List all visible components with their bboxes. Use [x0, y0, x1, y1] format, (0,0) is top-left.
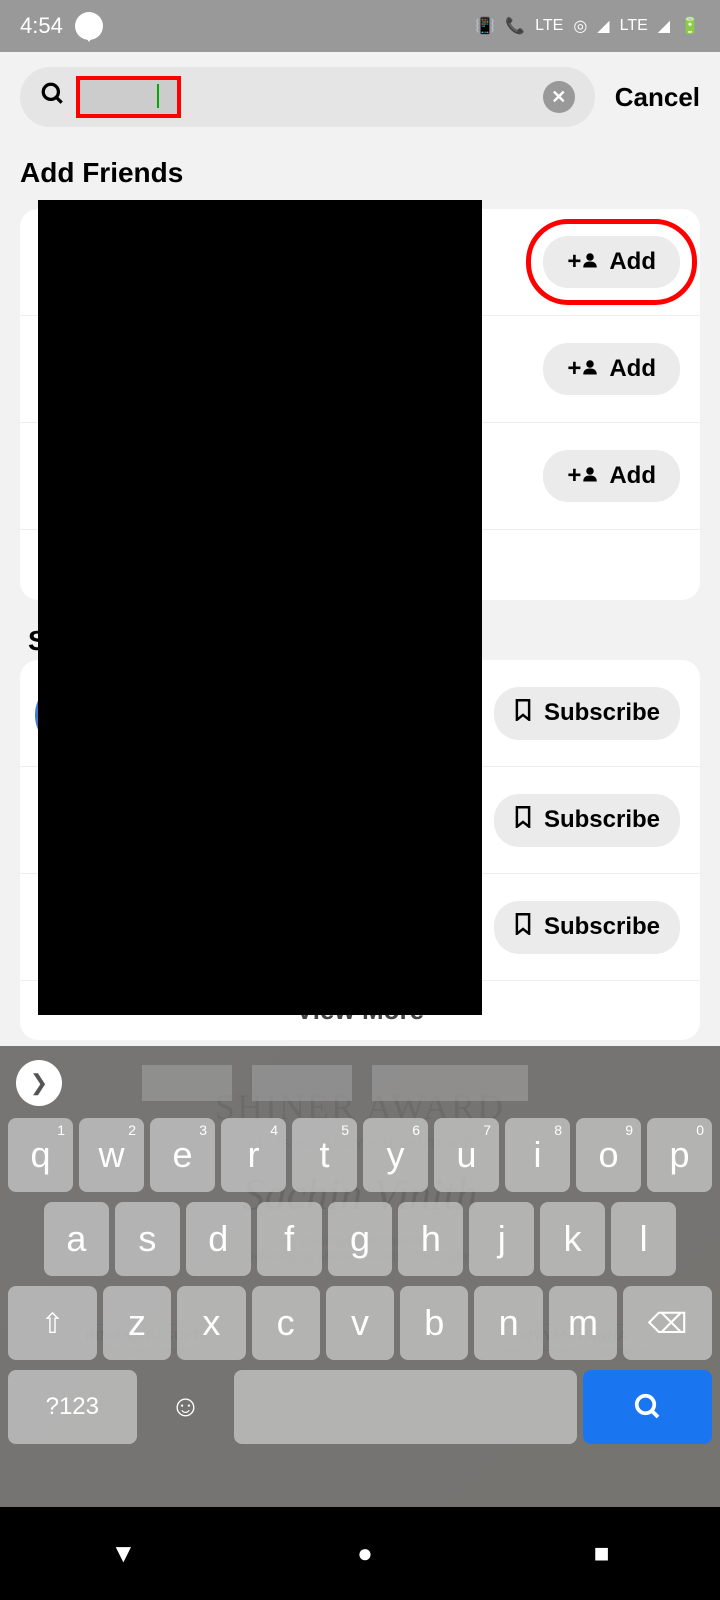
add-label: Add	[609, 462, 656, 490]
key-n[interactable]: n	[474, 1286, 542, 1360]
status-icons: 📳 📞 LTE ◎ ◢ LTE ◢ 🔋	[475, 16, 700, 36]
key-s[interactable]: s	[115, 1202, 180, 1276]
vibrate-icon: 📳	[475, 16, 495, 36]
add-person-icon: +	[567, 248, 599, 276]
subscribe-label: Subscribe	[544, 806, 660, 834]
kb-suggestion[interactable]	[372, 1065, 528, 1101]
key-j[interactable]: j	[469, 1202, 534, 1276]
key-a[interactable]: a	[44, 1202, 109, 1276]
kb-expand-icon[interactable]: ❯	[16, 1060, 62, 1106]
kb-suggestions: ❯	[8, 1054, 712, 1118]
add-person-icon: +	[567, 355, 599, 383]
status-bar: 4:54 📳 📞 LTE ◎ ◢ LTE ◢ 🔋	[0, 0, 720, 52]
add-label: Add	[609, 355, 656, 383]
nav-recent-icon[interactable]: ■	[594, 1538, 610, 1569]
key-e[interactable]: e3	[150, 1118, 215, 1192]
key-q[interactable]: q1	[8, 1118, 73, 1192]
key-z[interactable]: z	[103, 1286, 171, 1360]
redaction-overlay	[38, 200, 482, 1015]
keyboard: ❯ q1w2e3r4t5y6u7i8o9p0 asdfghjkl ⇧ zxcvb…	[0, 1046, 720, 1507]
status-time: 4:54	[20, 13, 63, 39]
add-friends-title: Add Friends	[0, 142, 720, 199]
subscribe-label: Subscribe	[544, 699, 660, 727]
key-search[interactable]	[583, 1370, 712, 1444]
key-c[interactable]: c	[252, 1286, 320, 1360]
nav-bar: ▼ ● ■	[0, 1507, 720, 1600]
cancel-button[interactable]: Cancel	[615, 82, 700, 113]
search-box[interactable]: ✕	[20, 67, 595, 127]
search-area: ✕ Cancel	[0, 52, 720, 142]
key-l[interactable]: l	[611, 1202, 676, 1276]
key-backspace[interactable]: ⌫	[623, 1286, 712, 1360]
key-f[interactable]: f	[257, 1202, 322, 1276]
key-o[interactable]: o9	[576, 1118, 641, 1192]
subscribe-button[interactable]: Subscribe	[494, 687, 680, 740]
add-person-icon: +	[567, 462, 599, 490]
key-t[interactable]: t5	[292, 1118, 357, 1192]
clear-button[interactable]: ✕	[543, 81, 575, 113]
search-input[interactable]	[76, 76, 181, 118]
lte2-label: LTE	[620, 17, 648, 35]
nav-home-icon[interactable]: ●	[357, 1538, 373, 1569]
key-mode[interactable]: ?123	[8, 1370, 137, 1444]
key-i[interactable]: i8	[505, 1118, 570, 1192]
kb-suggestion[interactable]	[252, 1065, 352, 1101]
key-h[interactable]: h	[398, 1202, 463, 1276]
messenger-icon	[75, 12, 103, 40]
search-icon	[40, 81, 66, 114]
kb-suggestion[interactable]	[142, 1065, 232, 1101]
key-w[interactable]: w2	[79, 1118, 144, 1192]
signal2-icon: ◢	[658, 16, 670, 36]
add-label: Add	[609, 248, 656, 276]
key-x[interactable]: x	[177, 1286, 245, 1360]
volte-icon: 📞	[505, 16, 525, 36]
subscribe-button[interactable]: Subscribe	[494, 794, 680, 847]
key-v[interactable]: v	[326, 1286, 394, 1360]
signal-icon: ◢	[597, 16, 609, 36]
key-d[interactable]: d	[186, 1202, 251, 1276]
key-y[interactable]: y6	[363, 1118, 428, 1192]
key-u[interactable]: u7	[434, 1118, 499, 1192]
nav-back-icon[interactable]: ▼	[110, 1538, 136, 1569]
bookmark-icon	[514, 806, 532, 835]
lte-label: LTE	[535, 17, 563, 35]
subscribe-label: Subscribe	[544, 913, 660, 941]
battery-icon: 🔋	[680, 16, 700, 36]
key-b[interactable]: b	[400, 1286, 468, 1360]
key-p[interactable]: p0	[647, 1118, 712, 1192]
key-k[interactable]: k	[540, 1202, 605, 1276]
key-emoji[interactable]: ☺	[143, 1370, 229, 1444]
key-g[interactable]: g	[328, 1202, 393, 1276]
subscribe-button[interactable]: Subscribe	[494, 901, 680, 954]
key-m[interactable]: m	[549, 1286, 617, 1360]
key-space[interactable]	[234, 1370, 577, 1444]
bookmark-icon	[514, 699, 532, 728]
add-friend-button[interactable]: + Add	[543, 450, 680, 502]
hotspot-icon: ◎	[573, 16, 587, 36]
key-shift[interactable]: ⇧	[8, 1286, 97, 1360]
bookmark-icon	[514, 913, 532, 942]
add-friend-button[interactable]: + Add	[543, 343, 680, 395]
add-friend-button[interactable]: + Add	[543, 236, 680, 288]
key-r[interactable]: r4	[221, 1118, 286, 1192]
